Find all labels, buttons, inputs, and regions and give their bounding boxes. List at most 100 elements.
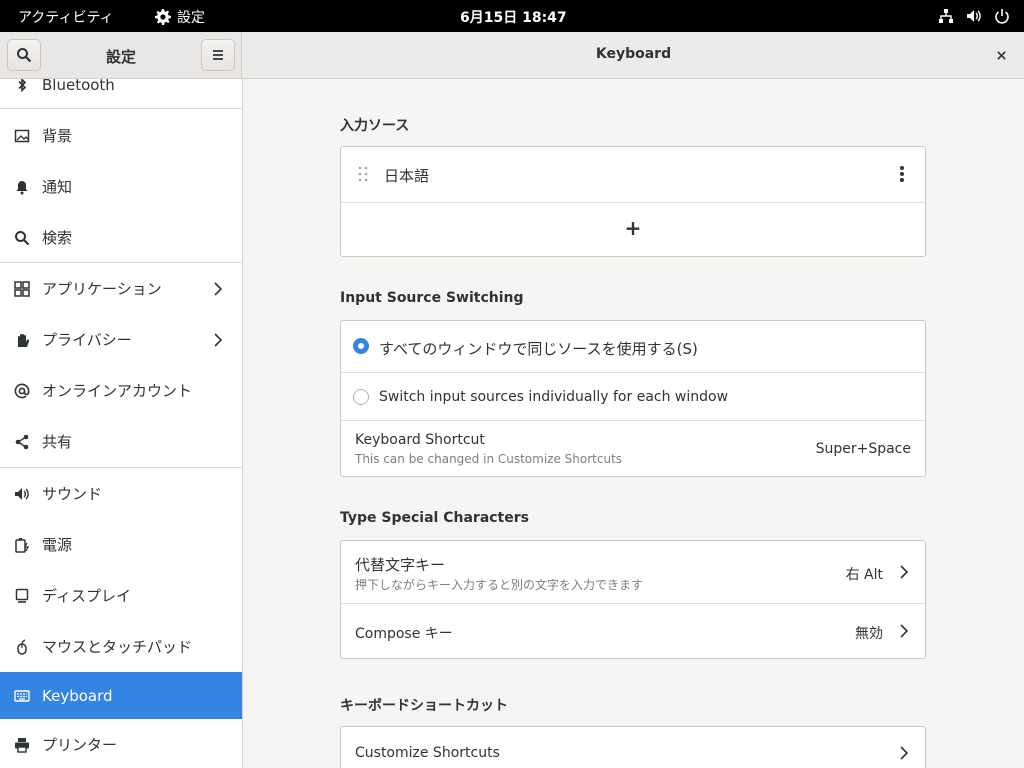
sidebar-item-keyboard[interactable]: Keyboard [0, 672, 242, 719]
radio-individual-source[interactable] [353, 389, 369, 405]
bell-icon [14, 179, 30, 195]
special-characters-heading: Type Special Characters [340, 510, 529, 526]
bluetooth-icon [14, 79, 30, 93]
input-source-name: 日本語 [384, 167, 430, 185]
input-sources-list: 日本語 + [340, 146, 926, 257]
sidebar-item-sharing[interactable]: 共有 [0, 418, 242, 465]
sidebar-header: 設定 [0, 32, 242, 78]
sidebar-item-label: マウスとタッチパッド [42, 638, 193, 656]
background-icon [14, 128, 30, 144]
sidebar-item-label: アプリケーション [42, 280, 162, 298]
sidebar-item-label: プリンター [42, 736, 118, 754]
sidebar-item-power[interactable]: 電源 [0, 521, 242, 568]
sidebar-item-label: オンラインアカウント [42, 382, 193, 400]
sidebar-item-label: 背景 [42, 127, 73, 145]
sidebar-item-search[interactable]: 検索 [0, 214, 242, 261]
share-icon [14, 434, 30, 450]
close-icon [996, 50, 1006, 60]
panel-title: Keyboard [595, 46, 672, 62]
sidebar-item-notifications[interactable]: 通知 [0, 163, 242, 210]
chevron-right-icon [900, 746, 909, 760]
radio-same-source-row[interactable]: すべてのウィンドウで同じソースを使用する(S) [341, 321, 925, 372]
mouse-icon [14, 638, 30, 655]
chevron-right-icon [900, 565, 909, 579]
system-tray[interactable] [938, 8, 1010, 24]
special-characters-list: 代替文字キー 押下しながらキー入力すると別の文字を入力できます 右 Alt Co… [340, 540, 926, 659]
alternate-characters-key-label: 代替文字キー [355, 556, 446, 574]
radio-individual-source-label: Switch input sources individually for ea… [379, 389, 729, 405]
hand-icon [14, 332, 30, 348]
main-menu-button[interactable] [201, 39, 235, 71]
keyboard-panel: 入力ソース 日本語 + Input Source Switching すべてのウ… [243, 79, 1024, 768]
keyboard-shortcut-label: Keyboard Shortcut [355, 432, 485, 448]
activities-button[interactable]: アクティビティ [18, 7, 114, 27]
sidebar-item-label: プライバシー [42, 331, 132, 349]
keyboard-shortcuts-list: Customize Shortcuts [340, 726, 926, 768]
add-icon: + [624, 216, 642, 240]
printer-icon [14, 737, 30, 753]
customize-shortcuts-label: Customize Shortcuts [355, 745, 500, 761]
sidebar-item-privacy[interactable]: プライバシー [0, 316, 242, 363]
keyboard-shortcut-row[interactable]: Keyboard Shortcut This can be changed in… [341, 421, 925, 477]
top-bar: アクティビティ 設定 6月15日 18:47 [0, 0, 1024, 32]
sidebar-item-printers[interactable]: プリンター [0, 721, 242, 768]
app-menu-label: 設定 [177, 10, 205, 26]
customize-shortcuts-row[interactable]: Customize Shortcuts [341, 727, 925, 768]
keyboard-shortcut-value: Super+Space [815, 441, 911, 457]
sidebar: Bluetooth 背景 通知 検索 アプリケーション プライバシー オンライン… [0, 79, 243, 768]
radio-same-source-label: すべてのウィンドウで同じソースを使用する(S) [379, 340, 698, 358]
network-icon [939, 9, 953, 23]
input-switching-heading: Input Source Switching [340, 290, 524, 306]
sidebar-item-label: Keyboard [42, 686, 113, 705]
sidebar-item-label: サウンド [42, 485, 103, 503]
drag-handle-icon[interactable] [358, 166, 368, 182]
sidebar-item-label: ディスプレイ [42, 587, 131, 605]
sidebar-divider [0, 262, 242, 263]
chevron-right-icon [900, 624, 909, 638]
speaker-icon [14, 486, 30, 502]
sidebar-item-display[interactable]: ディスプレイ [0, 572, 242, 619]
power-icon [995, 9, 1009, 24]
app-menu[interactable]: 設定 [155, 7, 205, 27]
sidebar-item-label: Bluetooth [42, 79, 115, 94]
sidebar-item-sound[interactable]: サウンド [0, 470, 242, 517]
compose-key-value: 無効 [855, 626, 883, 642]
sidebar-item-label: 電源 [42, 536, 73, 554]
alternate-characters-key-row[interactable]: 代替文字キー 押下しながらキー入力すると別の文字を入力できます 右 Alt [341, 541, 925, 603]
alternate-characters-key-value: 右 Alt [845, 567, 883, 583]
sidebar-item-mouse-touchpad[interactable]: マウスとタッチパッド [0, 623, 242, 670]
clock[interactable]: 6月15日 18:47 [460, 7, 567, 27]
volume-icon [967, 10, 981, 22]
sidebar-divider [0, 467, 242, 468]
at-icon [14, 383, 30, 399]
keyboard-icon [14, 688, 30, 704]
compose-key-row[interactable]: Compose キー 無効 [341, 604, 925, 659]
sidebar-item-label: 検索 [42, 229, 73, 247]
search-icon [14, 230, 30, 246]
gear-icon [155, 9, 171, 25]
apps-grid-icon [14, 280, 30, 297]
chevron-right-icon [214, 332, 223, 347]
sidebar-item-background[interactable]: 背景 [0, 112, 242, 159]
sidebar-item-label: 通知 [42, 178, 73, 196]
close-button[interactable] [992, 46, 1010, 64]
display-icon [14, 588, 30, 604]
sidebar-divider [0, 108, 242, 109]
radio-same-source[interactable] [353, 338, 369, 354]
header-bar: 設定 Keyboard [0, 32, 1024, 79]
sidebar-item-bluetooth[interactable]: Bluetooth [0, 79, 242, 108]
keyboard-shortcuts-heading: キーボードショートカット [340, 698, 508, 714]
battery-icon [14, 537, 30, 553]
more-options-icon[interactable] [899, 165, 905, 183]
radio-individual-source-row[interactable]: Switch input sources individually for ea… [341, 373, 925, 420]
sidebar-item-applications[interactable]: アプリケーション [0, 265, 242, 312]
compose-key-label: Compose キー [355, 626, 453, 642]
sidebar-item-label: 共有 [42, 433, 73, 451]
keyboard-shortcut-subtitle: This can be changed in Customize Shortcu… [355, 452, 623, 466]
chevron-right-icon [214, 281, 223, 296]
input-source-row[interactable]: 日本語 [341, 147, 925, 202]
add-input-source-button[interactable]: + [341, 203, 925, 257]
input-switching-list: すべてのウィンドウで同じソースを使用する(S) Switch input sou… [340, 320, 926, 477]
sidebar-item-online-accounts[interactable]: オンラインアカウント [0, 367, 242, 414]
input-sources-heading: 入力ソース [340, 118, 410, 134]
